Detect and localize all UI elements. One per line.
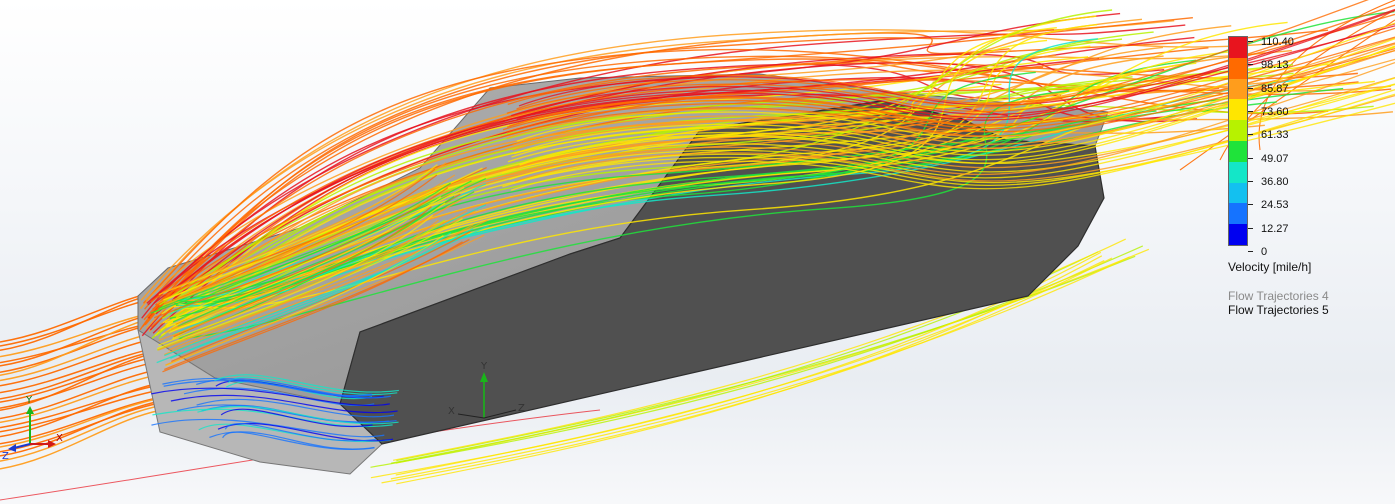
colorbar-segment: [1229, 57, 1247, 79]
colorbar-label: 110.40: [1261, 36, 1294, 48]
colorbar-segment: [1229, 99, 1247, 121]
colorbar-tick: [1248, 41, 1253, 42]
colorbar-label: 24.53: [1261, 199, 1289, 211]
colorbar-segment: [1229, 78, 1247, 100]
colorbar-tick: [1248, 228, 1253, 229]
colorbar-segment: [1229, 37, 1247, 58]
flow-trajectories-5-item[interactable]: Flow Trajectories 5: [1228, 303, 1329, 317]
colorbar-tick: [1248, 64, 1253, 65]
colorbar-label: 98.13: [1261, 59, 1289, 71]
flow-trajectories-4-item[interactable]: Flow Trajectories 4: [1228, 289, 1329, 303]
flow-trajectory-line: [0, 360, 161, 409]
colorbar-label: 73.60: [1261, 106, 1289, 118]
colorbar-label: 49.07: [1261, 153, 1289, 165]
colorbar-label: 12.27: [1261, 223, 1289, 235]
colorbar-tick: [1248, 251, 1253, 252]
velocity-legend[interactable]: 110.40 98.13 85.87 73.60 61.33 49.07 36.80 24.5…: [1228, 36, 1388, 258]
triad-y-label: Y: [25, 395, 33, 406]
colorbar-tick: [1248, 111, 1253, 112]
colorbar-label: 36.80: [1261, 176, 1289, 188]
legend-title: Velocity [mile/h]: [1228, 260, 1312, 274]
colorbar-segment: [1229, 224, 1247, 245]
colorbar-tick: [1248, 204, 1253, 205]
colorbar-segment: [1229, 120, 1247, 141]
colorbar-segment: [1229, 161, 1247, 183]
triad-x-label: X: [56, 433, 63, 444]
origin-y-label: Y: [480, 361, 488, 372]
colorbar-tick: [1248, 134, 1253, 135]
colorbar-segment: [1229, 203, 1247, 225]
colorbar-tick: [1248, 181, 1253, 182]
colorbar-segment: [1229, 182, 1247, 204]
origin-z-label: Z: [518, 403, 525, 414]
origin-x-label: X: [448, 406, 455, 417]
flow-scene[interactable]: Y X Z Y Z X: [0, 0, 1395, 504]
colorbar-label: 0: [1261, 246, 1268, 258]
triad-z-label: Z: [2, 451, 9, 462]
colorbar-segment: [1229, 140, 1247, 162]
colorbar-tick: [1248, 88, 1253, 89]
colorbar-label: 61.33: [1261, 129, 1289, 141]
flow-trajectory-line: [0, 373, 161, 424]
graphics-viewport[interactable]: Y X Z Y Z X 110.40 98.13 85.87 73.60 61.33 49…: [0, 0, 1395, 504]
velocity-colorbar: [1228, 36, 1248, 246]
colorbar-label: 85.87: [1261, 83, 1289, 95]
colorbar-tick: [1248, 158, 1253, 159]
